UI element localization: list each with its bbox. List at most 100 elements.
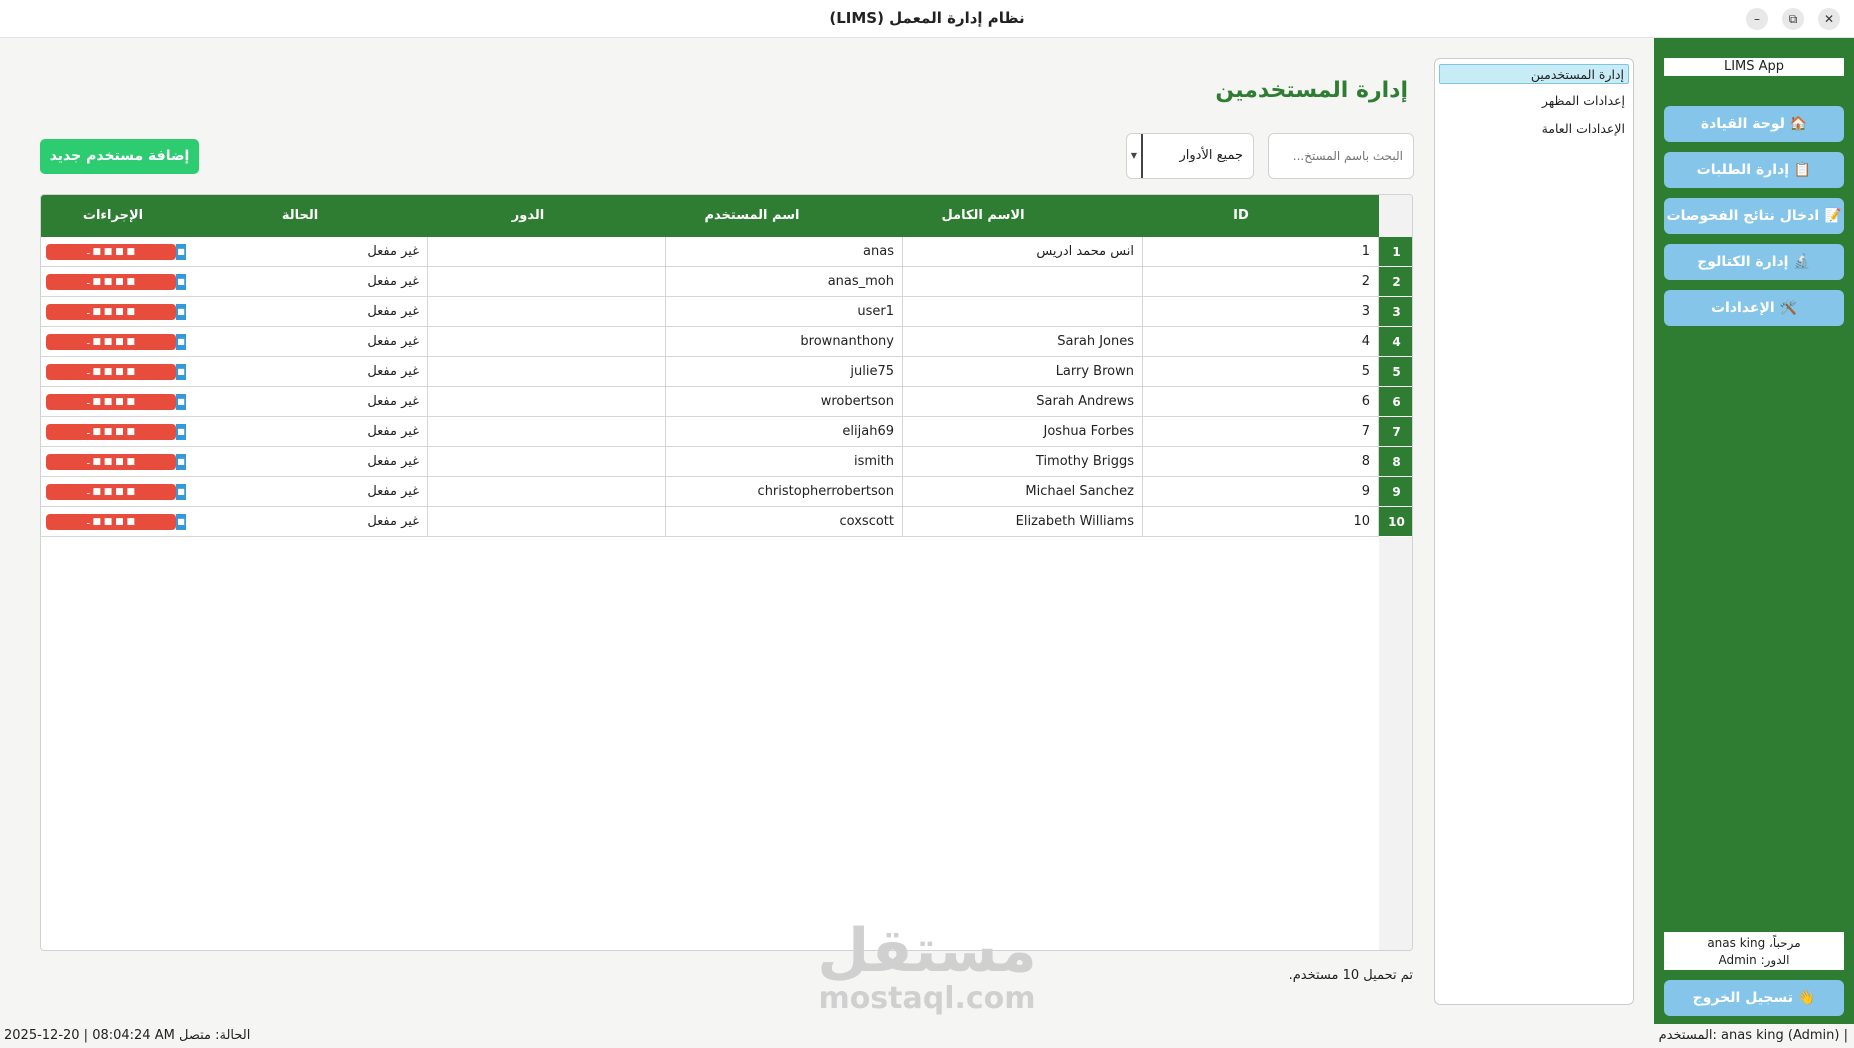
submenu-item-user-management[interactable]: إدارة المستخدمين <box>1439 64 1629 84</box>
row-number[interactable]: 7 <box>1379 417 1412 447</box>
cell-id: 9 <box>1143 477 1379 507</box>
row-actions: ـ ■ ■ ■ ■ ■ <box>46 304 186 320</box>
delete-user-button[interactable]: ـ ■ ■ ■ ■ <box>46 274 176 290</box>
header-role[interactable]: الدور <box>415 195 641 237</box>
table-row[interactable]: 4 Sarah Jones brownanthony غير مفعل ـ ■ ■ ■ … <box>41 327 1412 357</box>
table-header: ID الاسم الكامل اسم المستخدم الدور الحال… <box>41 195 1379 237</box>
row-actions: ـ ■ ■ ■ ■ ■ <box>46 274 186 290</box>
edit-user-button[interactable]: ■ <box>176 364 186 380</box>
header-id[interactable]: ID <box>1103 195 1379 237</box>
row-number[interactable]: 10 <box>1379 507 1412 537</box>
dropdown-arrow-icon[interactable]: ▼ <box>1127 134 1143 178</box>
minimize-button[interactable]: – <box>1746 8 1768 30</box>
add-user-button[interactable]: إضافة مستخدم جديد <box>40 139 199 174</box>
nav-test-results-button[interactable]: 📝 ادخال نتائج الفحوصات <box>1664 198 1844 234</box>
nav-dashboard-button[interactable]: 🏠 لوحة القيادة <box>1664 106 1844 142</box>
cell-status: غير مفعل <box>191 507 428 537</box>
cell-status: غير مفعل <box>191 477 428 507</box>
delete-user-button[interactable]: ـ ■ ■ ■ ■ <box>46 424 176 440</box>
table-row[interactable]: 3 user1 غير مفعل ـ ■ ■ ■ ■ ■ 3 <box>41 297 1412 327</box>
cell-full-name: Elizabeth Williams <box>903 507 1143 537</box>
window-title-bar: نظام إدارة المعمل (LIMS) – ⧉ ✕ <box>0 0 1854 38</box>
edit-user-button[interactable]: ■ <box>176 484 186 500</box>
row-number[interactable]: 8 <box>1379 447 1412 477</box>
header-full-name[interactable]: الاسم الكامل <box>863 195 1103 237</box>
settings-submenu: إدارة المستخدمين إعدادات المظهر الإعدادا… <box>1434 58 1634 1005</box>
cell-role <box>428 477 666 507</box>
edit-user-button[interactable]: ■ <box>176 424 186 440</box>
edit-user-button[interactable]: ■ <box>176 514 186 530</box>
header-actions[interactable]: الإجراءات <box>41 195 185 237</box>
edit-user-button[interactable]: ■ <box>176 274 186 290</box>
edit-user-button[interactable]: ■ <box>176 334 186 350</box>
nav-requests-button[interactable]: 📋 إدارة الطلبات <box>1664 152 1844 188</box>
table-row[interactable]: 1 انس محمد ادريس anas غير مفعل ـ ■ ■ ■ ■ ■ 1 <box>41 237 1412 267</box>
cell-id: 5 <box>1143 357 1379 387</box>
watermark: مستقل mostaql.com <box>812 918 1042 1014</box>
cell-id: 2 <box>1143 267 1379 297</box>
table-row[interactable]: 8 Timothy Briggs ismith غير مفعل ـ ■ ■ ■ ■ ■ 8 <box>41 447 1412 477</box>
delete-user-button[interactable]: ـ ■ ■ ■ ■ <box>46 394 176 410</box>
table-row[interactable]: 9 Michael Sanchez christopherrobertson غير … <box>41 477 1412 507</box>
close-button[interactable]: ✕ <box>1818 8 1840 30</box>
table-row[interactable]: 6 Sarah Andrews wrobertson غير مفعل ـ ■ ■ ■ … <box>41 387 1412 417</box>
row-number[interactable]: 2 <box>1379 267 1412 297</box>
row-actions: ـ ■ ■ ■ ■ ■ <box>46 334 186 350</box>
delete-user-button[interactable]: ـ ■ ■ ■ ■ <box>46 304 176 320</box>
row-actions: ـ ■ ■ ■ ■ ■ <box>46 394 186 410</box>
table-row[interactable]: 10 Elizabeth Williams coxscott غير مفعل ـ ■ … <box>41 507 1412 537</box>
cell-status: غير مفعل <box>191 447 428 477</box>
cell-username: anas_moh <box>666 267 903 297</box>
delete-user-button[interactable]: ـ ■ ■ ■ ■ <box>46 454 176 470</box>
cell-id: 3 <box>1143 297 1379 327</box>
row-number[interactable]: 1 <box>1379 237 1412 267</box>
row-number[interactable]: 4 <box>1379 327 1412 357</box>
cell-id: 1 <box>1143 237 1379 267</box>
watermark-arabic: مستقل <box>817 916 1037 986</box>
table-row[interactable]: 5 Larry Brown julie75 غير مفعل ـ ■ ■ ■ ■ ■ 5 <box>41 357 1412 387</box>
cell-status: غير مفعل <box>191 237 428 267</box>
delete-user-button[interactable]: ـ ■ ■ ■ ■ <box>46 334 176 350</box>
role-filter-select[interactable]: جميع الأدوار ▼ <box>1126 133 1254 179</box>
delete-user-button[interactable]: ـ ■ ■ ■ ■ <box>46 364 176 380</box>
header-status[interactable]: الحالة <box>185 195 415 237</box>
role-filter-value: جميع الأدوار <box>1179 148 1243 163</box>
main-sidebar: LIMS App 🏠 لوحة القيادة 📋 إدارة الطلبات … <box>1654 38 1854 1024</box>
edit-user-button[interactable]: ■ <box>176 304 186 320</box>
cell-status: غير مفعل <box>191 297 428 327</box>
nav-catalog-button[interactable]: 🔬 إدارة الكتالوج <box>1664 244 1844 280</box>
row-number[interactable]: 6 <box>1379 387 1412 417</box>
header-username[interactable]: اسم المستخدم <box>641 195 863 237</box>
row-number[interactable]: 3 <box>1379 297 1412 327</box>
row-actions: ـ ■ ■ ■ ■ ■ <box>46 364 186 380</box>
edit-user-button[interactable]: ■ <box>176 454 186 470</box>
cell-role <box>428 417 666 447</box>
edit-user-button[interactable]: ■ <box>176 394 186 410</box>
cell-username: anas <box>666 237 903 267</box>
cell-username: ismith <box>666 447 903 477</box>
search-input[interactable] <box>1268 133 1414 179</box>
row-number[interactable]: 5 <box>1379 357 1412 387</box>
logout-button[interactable]: 👋 تسجيل الخروج <box>1664 980 1844 1016</box>
delete-user-button[interactable]: ـ ■ ■ ■ ■ <box>46 514 176 530</box>
cell-full-name <box>903 267 1143 297</box>
row-actions: ـ ■ ■ ■ ■ ■ <box>46 424 186 440</box>
row-actions: ـ ■ ■ ■ ■ ■ <box>46 454 186 470</box>
edit-user-button[interactable]: ■ <box>176 244 186 260</box>
cell-username: coxscott <box>666 507 903 537</box>
cell-id: 7 <box>1143 417 1379 447</box>
row-number[interactable]: 9 <box>1379 477 1412 507</box>
table-row[interactable]: 2 anas_moh غير مفعل ـ ■ ■ ■ ■ ■ 2 <box>41 267 1412 297</box>
nav-settings-button[interactable]: 🛠️ الإعدادات <box>1664 290 1844 326</box>
submenu-item-appearance[interactable]: إعدادات المظهر <box>1542 91 1625 111</box>
cell-full-name: Larry Brown <box>903 357 1143 387</box>
table-row[interactable]: 7 Joshua Forbes elijah69 غير مفعل ـ ■ ■ ■ ■ ■… <box>41 417 1412 447</box>
status-datetime-connection: 2025-12-20 | 08:04:24 AM الحالة: متصل <box>4 1028 251 1043</box>
restore-button[interactable]: ⧉ <box>1782 8 1804 30</box>
delete-user-button[interactable]: ـ ■ ■ ■ ■ <box>46 484 176 500</box>
cell-id: 10 <box>1143 507 1379 537</box>
submenu-item-general[interactable]: الإعدادات العامة <box>1542 119 1625 139</box>
delete-user-button[interactable]: ـ ■ ■ ■ ■ <box>46 244 176 260</box>
cell-username: elijah69 <box>666 417 903 447</box>
cell-status: غير مفعل <box>191 357 428 387</box>
